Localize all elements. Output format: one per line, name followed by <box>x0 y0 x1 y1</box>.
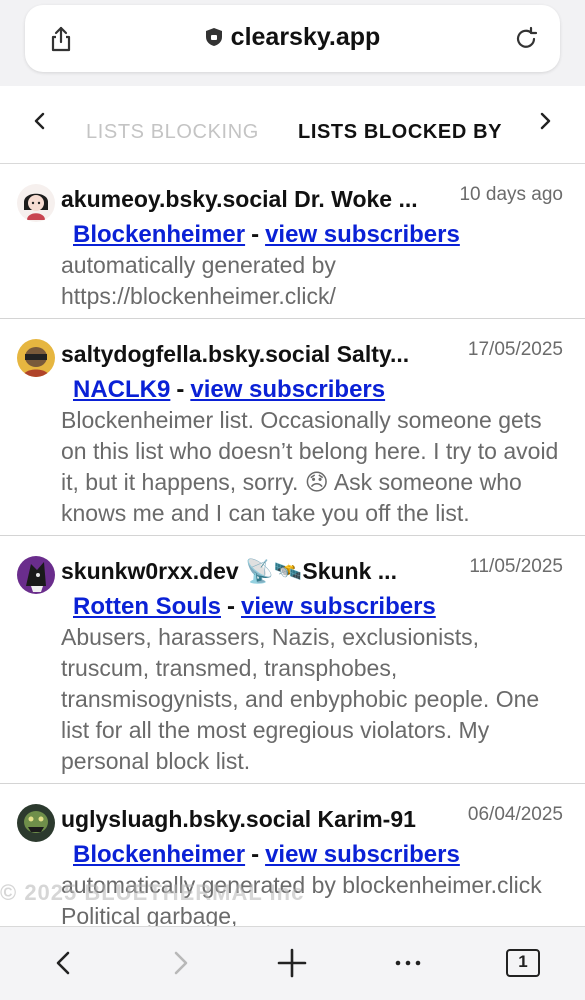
tab-bar: LISTS BLOCKING LISTS BLOCKED BY <box>0 86 585 164</box>
separator: - <box>251 841 260 868</box>
forward-icon[interactable] <box>164 947 196 979</box>
more-icon[interactable] <box>392 947 424 979</box>
list-description: Blockenheimer list. Occasionally someone… <box>61 407 559 526</box>
avatar[interactable] <box>17 556 55 594</box>
back-icon[interactable] <box>48 947 80 979</box>
watermark: © 2025 BLUETHERMAL Inc <box>0 880 305 905</box>
separator: - <box>227 593 235 620</box>
tab-lists-blocked-by[interactable]: LISTS BLOCKED BY <box>298 121 502 144</box>
timestamp: 17/05/2025 <box>467 339 563 360</box>
tab-count: 1 <box>518 952 528 971</box>
new-tab-icon[interactable] <box>276 947 308 979</box>
timestamp: 06/04/2025 <box>467 804 563 825</box>
list-item: saltydogfella.bsky.social Salty... 17/05… <box>0 319 585 536</box>
timestamp: 10 days ago <box>459 184 563 205</box>
view-subscribers-link[interactable]: view subscribers <box>265 841 460 868</box>
account-handle[interactable]: saltydogfella.bsky.social Salty... <box>61 341 446 368</box>
browser-toolbar: 1 <box>0 926 585 1000</box>
blocked-by-list: akumeoy.bsky.social Dr. Woke ... 10 days… <box>0 164 585 938</box>
avatar[interactable] <box>17 184 55 222</box>
account-handle[interactable]: skunkw0rxx.dev 📡🛰️Skunk ... <box>61 558 446 585</box>
tabs-count-button[interactable]: 1 <box>506 949 540 977</box>
view-subscribers-link[interactable]: view subscribers <box>241 593 436 620</box>
list-name-link[interactable]: Blockenheimer <box>73 221 245 248</box>
reload-icon[interactable] <box>512 25 540 53</box>
chevron-right-icon[interactable] <box>535 106 555 136</box>
account-handle[interactable]: akumeoy.bsky.social Dr. Woke ... <box>61 186 446 213</box>
shield-lock-icon <box>205 28 222 46</box>
list-name-link[interactable]: Rotten Souls <box>73 593 221 620</box>
avatar[interactable] <box>17 339 55 377</box>
url-text: clearsky.app <box>230 23 381 51</box>
list-description: Abusers, harassers, Nazis, exclusionists… <box>61 624 540 774</box>
timestamp: 11/05/2025 <box>469 556 563 577</box>
separator: - <box>176 376 185 403</box>
list-description: automatically generated by https://block… <box>61 252 336 309</box>
browser-chrome: clearsky.app <box>0 0 585 86</box>
account-handle[interactable]: uglysluagh.bsky.social Karim-91 <box>61 806 446 833</box>
separator: - <box>251 221 260 248</box>
list-item: skunkw0rxx.dev 📡🛰️Skunk ... 11/05/2025 R… <box>0 536 585 784</box>
view-subscribers-link[interactable]: view subscribers <box>190 376 385 403</box>
view-subscribers-link[interactable]: view subscribers <box>265 221 460 248</box>
address-bar[interactable]: clearsky.app <box>25 5 560 72</box>
list-item: uglysluagh.bsky.social Karim-91 06/04/20… <box>0 784 585 938</box>
chevron-left-icon[interactable] <box>30 106 50 136</box>
list-item: akumeoy.bsky.social Dr. Woke ... 10 days… <box>0 164 585 319</box>
list-name-link[interactable]: Blockenheimer <box>73 841 245 868</box>
list-name-link[interactable]: NACLK9 <box>73 376 170 403</box>
url-display[interactable]: clearsky.app <box>25 23 560 52</box>
avatar[interactable] <box>17 804 55 842</box>
tab-lists-blocking[interactable]: LISTS BLOCKING <box>86 121 259 144</box>
